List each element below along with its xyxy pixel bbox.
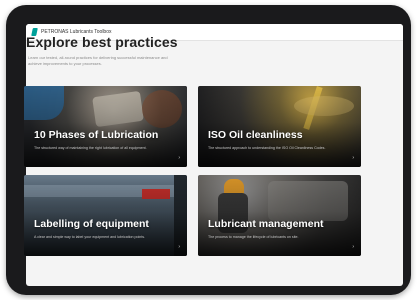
card-description: The structured approach to understanding… (208, 146, 326, 150)
card-iso-oil-cleanliness[interactable]: ISO Oil cleanliness The structured appro… (198, 86, 361, 167)
card-title: ISO Oil cleanliness (208, 129, 303, 141)
chevron-right-icon: › (352, 155, 354, 161)
card-10-phases-of-lubrication[interactable]: 10 Phases of Lubrication The structured … (24, 86, 187, 167)
card-description: A clear and simple way to label your equ… (34, 235, 146, 239)
chevron-right-icon: › (178, 155, 180, 161)
card-description: The structured way of maintaining the ri… (34, 146, 147, 150)
chevron-right-icon: › (178, 244, 180, 250)
chevron-right-icon: › (352, 244, 354, 250)
card-description: The process to manage the lifecycle of l… (208, 235, 299, 239)
page-subtitle-line-2: achieve improvements to your processes. (28, 61, 102, 66)
card-title: Lubricant management (208, 218, 324, 230)
card-title: Labelling of equipment (34, 218, 149, 230)
card-lubricant-management[interactable]: Lubricant management The process to mana… (198, 175, 361, 256)
page-subtitle-line-1: Learn our tested, all-round practices fo… (28, 55, 168, 60)
card-title: 10 Phases of Lubrication (34, 129, 159, 141)
card-labelling-of-equipment[interactable]: Labelling of equipment A clear and simpl… (24, 175, 187, 256)
page-title: Explore best practices (26, 34, 178, 50)
